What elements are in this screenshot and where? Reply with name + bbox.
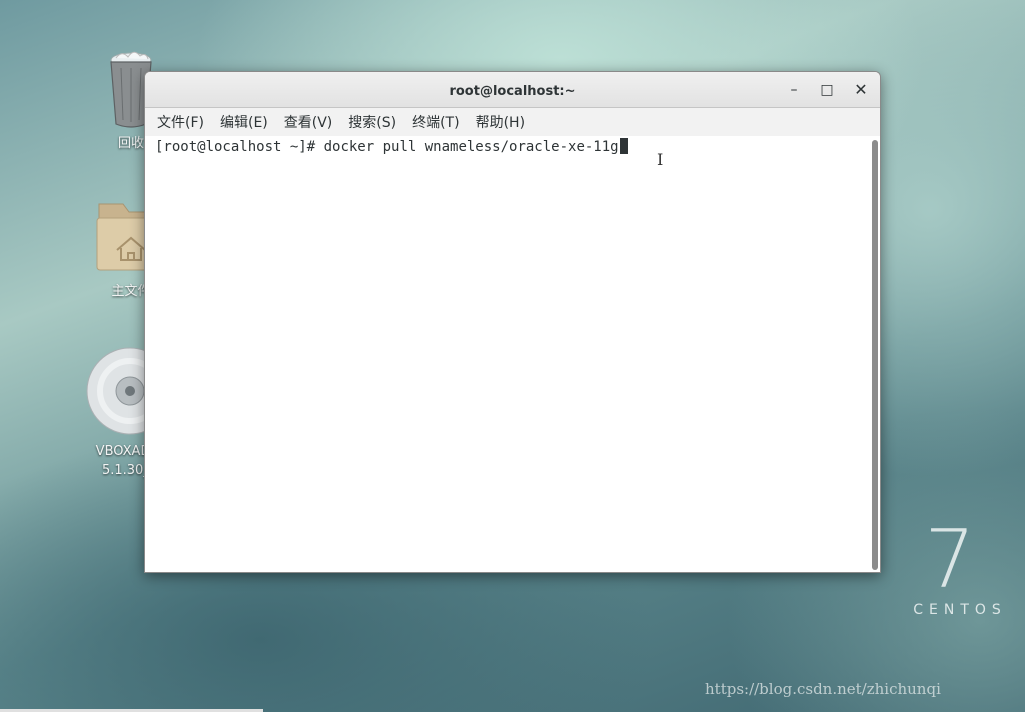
minimize-button[interactable]: – xyxy=(784,80,804,100)
centos-wordmark: CENTOS xyxy=(913,602,1007,618)
menu-file[interactable]: 文件(F) xyxy=(149,109,212,135)
centos-version-number: 7 xyxy=(924,513,976,606)
menu-bar: 文件(F) 编辑(E) 查看(V) 搜索(S) 终端(T) 帮助(H) xyxy=(145,108,880,137)
menu-search[interactable]: 搜索(S) xyxy=(340,109,404,135)
scrollbar[interactable] xyxy=(872,140,878,570)
window-title: root@localhost:~ xyxy=(449,84,576,99)
window-titlebar[interactable]: root@localhost:~ – □ ✕ xyxy=(145,72,880,108)
menu-terminal[interactable]: 终端(T) xyxy=(404,109,467,135)
command-line: [root@localhost ~]# docker pull wnameles… xyxy=(155,137,628,157)
shell-prompt: [root@localhost ~]# xyxy=(155,139,316,155)
watermark-text: https://blog.csdn.net/zhichunqi xyxy=(705,680,941,698)
command-text: docker pull wnameless/oracle-xe-11g xyxy=(315,139,619,155)
menu-help[interactable]: 帮助(H) xyxy=(468,109,533,135)
terminal-area[interactable]: [root@localhost ~]# docker pull wnameles… xyxy=(145,136,880,572)
maximize-button[interactable]: □ xyxy=(817,80,837,100)
close-button[interactable]: ✕ xyxy=(851,80,871,100)
centos-branding: 7 CENTOS xyxy=(900,520,1020,619)
menu-view[interactable]: 查看(V) xyxy=(276,109,341,135)
terminal-window: root@localhost:~ – □ ✕ 文件(F) 编辑(E) 查看(V)… xyxy=(144,71,881,573)
menu-edit[interactable]: 编辑(E) xyxy=(212,109,276,135)
ibeam-cursor-icon: I xyxy=(657,150,664,169)
text-cursor xyxy=(619,138,628,154)
